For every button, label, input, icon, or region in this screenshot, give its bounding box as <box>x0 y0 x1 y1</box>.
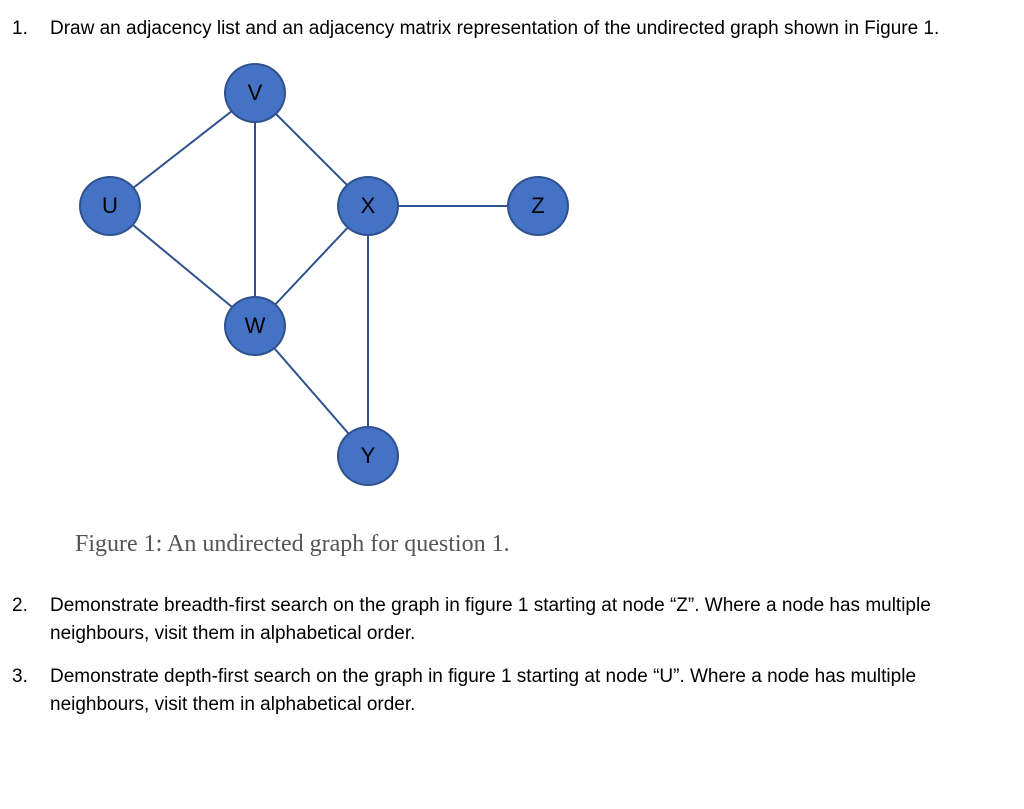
question-2: 2. Demonstrate breadth-first search on t… <box>10 592 1009 649</box>
question-text: Demonstrate depth-first search on the gr… <box>50 663 1009 720</box>
node-u: U <box>79 176 141 236</box>
node-z: Z <box>507 176 569 236</box>
question-number: 2. <box>10 592 50 649</box>
graph-figure: U V W X Y Z <box>50 58 610 498</box>
question-text: Draw an adjacency list and an adjacency … <box>50 15 1009 44</box>
node-y: Y <box>337 426 399 486</box>
node-x: X <box>337 176 399 236</box>
question-text: Demonstrate breadth-first search on the … <box>50 592 1009 649</box>
question-1: 1. Draw an adjacency list and an adjacen… <box>10 15 1009 44</box>
figure-caption: Figure 1: An undirected graph for questi… <box>75 526 1009 562</box>
graph-edges <box>50 58 610 498</box>
node-v: V <box>224 63 286 123</box>
question-number: 3. <box>10 663 50 720</box>
question-number: 1. <box>10 15 50 44</box>
question-3: 3. Demonstrate depth-first search on the… <box>10 663 1009 720</box>
node-w: W <box>224 296 286 356</box>
